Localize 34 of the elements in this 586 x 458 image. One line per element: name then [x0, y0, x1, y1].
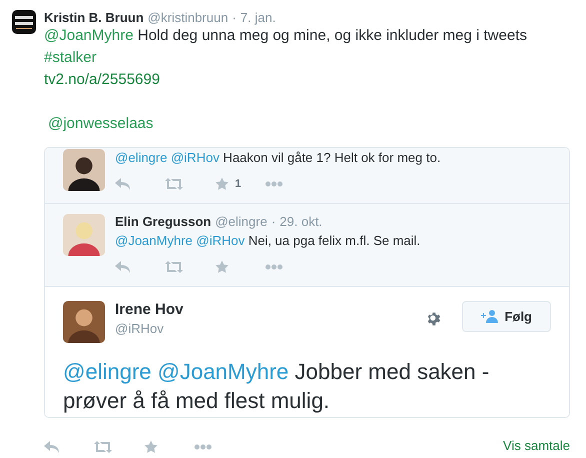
main-author-name[interactable]: Irene Hov: [115, 301, 416, 318]
reply-text: @elingre @iRHov Haakon vil gåte 1? Helt ok for meg to.: [115, 149, 442, 166]
reply-icon[interactable]: [115, 178, 131, 190]
tweet-text-line: @JoanMyhre Hold deg unna meg og mine, og ikke inkluder meg i tweets: [44, 26, 528, 46]
favorite-count: 1: [235, 178, 242, 190]
settings-icon[interactable]: [426, 311, 442, 327]
more-icon[interactable]: [265, 264, 283, 270]
reply-author-name[interactable]: Elin Gregusson: [115, 214, 212, 229]
star-icon[interactable]: [215, 260, 229, 274]
author-name[interactable]: Kristin B. Bruun: [44, 10, 144, 25]
add-user-icon: [480, 310, 499, 323]
tweet-text-line: #stalker: [44, 48, 98, 68]
reply-date[interactable]: 29. okt.: [280, 214, 322, 229]
reply-icon[interactable]: [44, 441, 60, 453]
main-author-handle[interactable]: @iRHov: [115, 321, 416, 336]
tweet-text-line: tv2.no/a/2555699: [44, 70, 161, 90]
tweet-date[interactable]: 7. jan.: [240, 10, 276, 25]
retweet-icon[interactable]: [94, 441, 112, 453]
star-icon[interactable]: [144, 440, 158, 454]
reply-author-handle[interactable]: @elingre: [215, 214, 268, 229]
retweet-icon[interactable]: [165, 261, 183, 273]
more-icon[interactable]: [265, 181, 283, 187]
separator: ·: [232, 10, 236, 25]
reply-text: @JoanMyhre @iRHov Nei, ua pga felix m.fl. Se mail.: [115, 232, 422, 249]
mention-link[interactable]: @jonwesselaas: [44, 113, 570, 135]
star-icon[interactable]: [215, 177, 229, 191]
follow-button[interactable]: Følg: [462, 301, 551, 332]
reply-icon[interactable]: [115, 261, 131, 273]
view-conversation-link[interactable]: Vis samtale: [503, 438, 570, 452]
retweet-icon[interactable]: [165, 178, 183, 190]
separator: ·: [271, 214, 276, 229]
author-handle[interactable]: @kristinbruun: [148, 10, 228, 25]
main-tweet-text: @elingre @JoanMyhre Jobber med saken - prøver å få med flest mulig.: [63, 358, 490, 415]
more-icon[interactable]: [194, 444, 212, 450]
